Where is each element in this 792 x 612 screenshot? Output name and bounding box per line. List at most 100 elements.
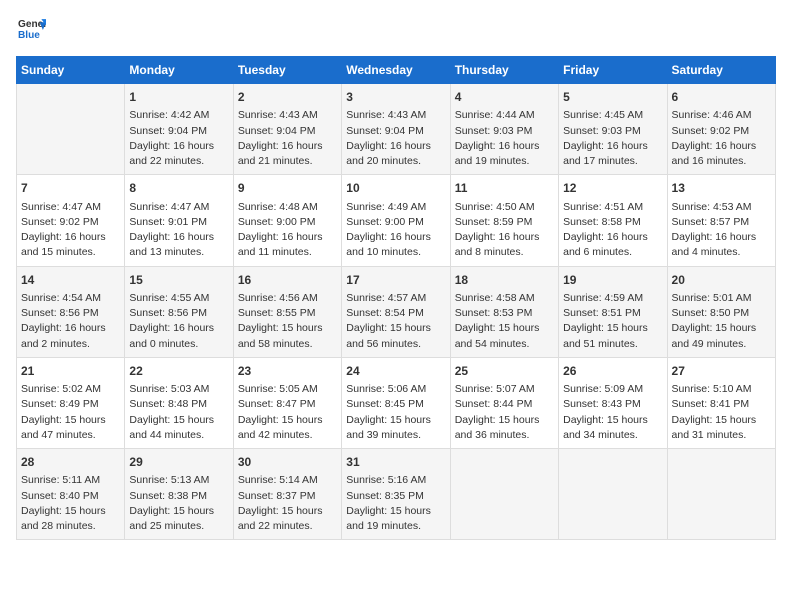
cell-line: and 31 minutes.: [672, 428, 771, 443]
cell-line: Sunset: 8:55 PM: [238, 306, 337, 321]
cell-line: Sunrise: 4:49 AM: [346, 200, 445, 215]
day-number: 7: [21, 180, 120, 197]
cell-line: Sunrise: 4:46 AM: [672, 108, 771, 123]
cell-line: Sunrise: 4:59 AM: [563, 291, 662, 306]
day-number: 1: [129, 89, 228, 106]
day-number: 24: [346, 363, 445, 380]
cell-line: Sunset: 8:40 PM: [21, 489, 120, 504]
cell-line: Daylight: 15 hours: [238, 504, 337, 519]
cell-line: Sunrise: 4:47 AM: [21, 200, 120, 215]
cell-line: Daylight: 15 hours: [455, 413, 554, 428]
week-row-1: 1Sunrise: 4:42 AMSunset: 9:04 PMDaylight…: [17, 84, 776, 175]
cell-line: and 2 minutes.: [21, 337, 120, 352]
cell-line: Sunset: 9:04 PM: [346, 124, 445, 139]
cell-line: Sunrise: 5:13 AM: [129, 473, 228, 488]
calendar-cell: 1Sunrise: 4:42 AMSunset: 9:04 PMDaylight…: [125, 84, 233, 175]
cell-line: Daylight: 15 hours: [21, 413, 120, 428]
calendar-cell: [17, 84, 125, 175]
calendar-cell: 12Sunrise: 4:51 AMSunset: 8:58 PMDayligh…: [559, 175, 667, 266]
cell-line: Daylight: 16 hours: [129, 321, 228, 336]
col-header-tuesday: Tuesday: [233, 57, 341, 84]
cell-line: Daylight: 16 hours: [455, 139, 554, 154]
day-number: 20: [672, 272, 771, 289]
cell-line: and 56 minutes.: [346, 337, 445, 352]
cell-line: Sunset: 8:51 PM: [563, 306, 662, 321]
page-header: General Blue: [16, 16, 776, 44]
calendar-cell: 3Sunrise: 4:43 AMSunset: 9:04 PMDaylight…: [342, 84, 450, 175]
calendar-cell: 7Sunrise: 4:47 AMSunset: 9:02 PMDaylight…: [17, 175, 125, 266]
cell-line: Sunrise: 4:50 AM: [455, 200, 554, 215]
cell-line: Sunrise: 4:47 AM: [129, 200, 228, 215]
cell-line: and 44 minutes.: [129, 428, 228, 443]
calendar-cell: 24 Sunrise: 5:06 AMSunset: 8:45 PMDayligh…: [342, 357, 450, 448]
day-number: 13: [672, 180, 771, 197]
cell-line: and 51 minutes.: [563, 337, 662, 352]
cell-line: Sunrise: 5:03 AM: [129, 382, 228, 397]
cell-line: Sunset: 9:04 PM: [129, 124, 228, 139]
cell-line: Sunset: 8:53 PM: [455, 306, 554, 321]
cell-line: and 15 minutes.: [21, 245, 120, 260]
cell-line: and 54 minutes.: [455, 337, 554, 352]
day-number: 27: [672, 363, 771, 380]
day-number: 28: [21, 454, 120, 471]
cell-line: Daylight: 15 hours: [346, 504, 445, 519]
day-number: 17: [346, 272, 445, 289]
cell-line: and 22 minutes.: [238, 519, 337, 534]
calendar-cell: 18Sunrise: 4:58 AMSunset: 8:53 PMDayligh…: [450, 266, 558, 357]
cell-line: Sunrise: 5:05 AM: [238, 382, 337, 397]
cell-line: Daylight: 15 hours: [129, 504, 228, 519]
cell-line: Sunset: 8:54 PM: [346, 306, 445, 321]
cell-line: Daylight: 15 hours: [346, 413, 445, 428]
cell-line: and 20 minutes.: [346, 154, 445, 169]
calendar-cell: 17Sunrise: 4:57 AMSunset: 8:54 PMDayligh…: [342, 266, 450, 357]
cell-line: Sunset: 8:49 PM: [21, 397, 120, 412]
calendar-cell: [450, 449, 558, 540]
cell-line: and 19 minutes.: [455, 154, 554, 169]
day-number: 25: [455, 363, 554, 380]
cell-line: and 11 minutes.: [238, 245, 337, 260]
calendar-cell: 8Sunrise: 4:47 AMSunset: 9:01 PMDaylight…: [125, 175, 233, 266]
cell-line: Sunset: 9:00 PM: [346, 215, 445, 230]
day-number: 9: [238, 180, 337, 197]
cell-line: Sunset: 8:35 PM: [346, 489, 445, 504]
day-number: 16: [238, 272, 337, 289]
week-row-4: 21Sunrise: 5:02 AMSunset: 8:49 PMDayligh…: [17, 357, 776, 448]
cell-line: and 10 minutes.: [346, 245, 445, 260]
day-number: 3: [346, 89, 445, 106]
cell-line: Sunset: 8:59 PM: [455, 215, 554, 230]
cell-line: Sunset: 9:03 PM: [455, 124, 554, 139]
cell-line: Sunset: 8:56 PM: [21, 306, 120, 321]
cell-line: Sunset: 9:03 PM: [563, 124, 662, 139]
cell-line: Sunrise: 5:07 AM: [455, 382, 554, 397]
cell-line: Sunset: 8:37 PM: [238, 489, 337, 504]
cell-line: Sunrise: 4:43 AM: [238, 108, 337, 123]
cell-line: Daylight: 15 hours: [21, 504, 120, 519]
cell-line: Sunrise: 4:54 AM: [21, 291, 120, 306]
cell-line: Daylight: 16 hours: [455, 230, 554, 245]
calendar-cell: 20Sunrise: 5:01 AMSunset: 8:50 PMDayligh…: [667, 266, 775, 357]
calendar-cell: [559, 449, 667, 540]
day-number: 8: [129, 180, 228, 197]
day-number: 23: [238, 363, 337, 380]
cell-line: Sunset: 8:45 PM: [346, 397, 445, 412]
cell-line: Sunrise: 5:10 AM: [672, 382, 771, 397]
col-header-friday: Friday: [559, 57, 667, 84]
calendar-cell: 26Sunrise: 5:09 AMSunset: 8:43 PMDayligh…: [559, 357, 667, 448]
cell-line: Sunrise: 4:44 AM: [455, 108, 554, 123]
calendar-cell: 10Sunrise: 4:49 AMSunset: 9:00 PMDayligh…: [342, 175, 450, 266]
cell-line: and 47 minutes.: [21, 428, 120, 443]
cell-line: and 39 minutes.: [346, 428, 445, 443]
calendar-cell: 2Sunrise: 4:43 AMSunset: 9:04 PMDaylight…: [233, 84, 341, 175]
cell-line: and 25 minutes.: [129, 519, 228, 534]
cell-line: Sunset: 8:50 PM: [672, 306, 771, 321]
day-number: 2: [238, 89, 337, 106]
cell-line: Sunrise: 5:06 AM: [346, 382, 445, 397]
calendar-cell: 11Sunrise: 4:50 AMSunset: 8:59 PMDayligh…: [450, 175, 558, 266]
day-number: 30: [238, 454, 337, 471]
col-header-thursday: Thursday: [450, 57, 558, 84]
calendar-cell: 22Sunrise: 5:03 AMSunset: 8:48 PMDayligh…: [125, 357, 233, 448]
week-row-5: 28Sunrise: 5:11 AMSunset: 8:40 PMDayligh…: [17, 449, 776, 540]
cell-line: Sunrise: 4:53 AM: [672, 200, 771, 215]
cell-line: and 4 minutes.: [672, 245, 771, 260]
cell-line: Sunrise: 5:02 AM: [21, 382, 120, 397]
